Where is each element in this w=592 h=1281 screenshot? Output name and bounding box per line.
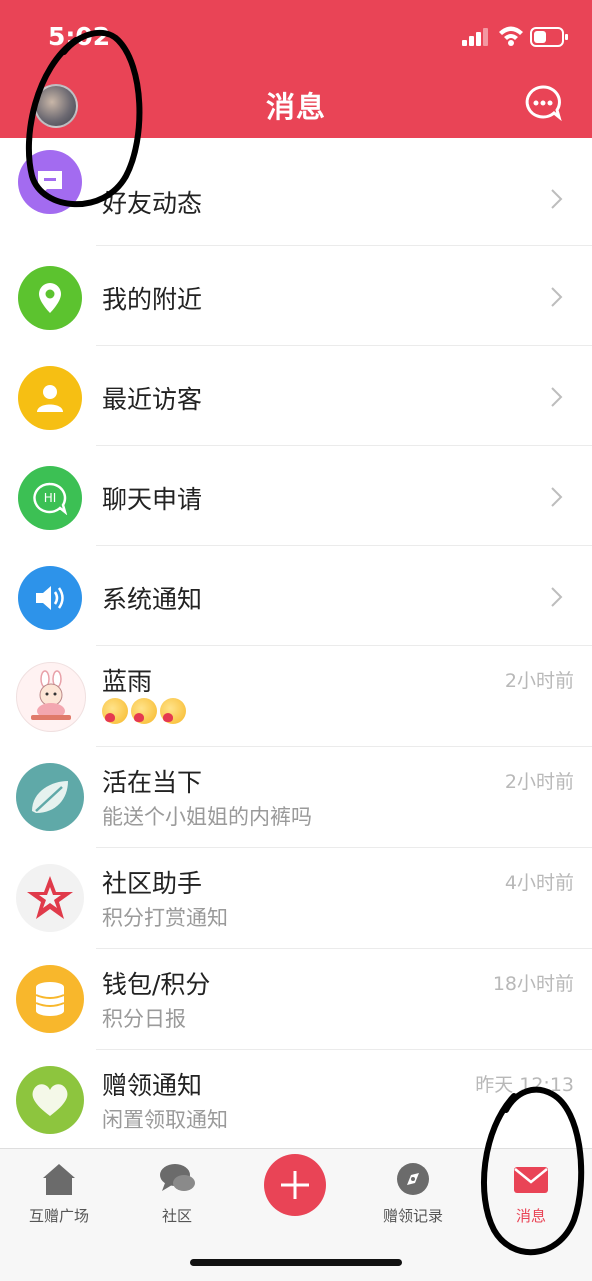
menu-item-friend-feed[interactable]: 好友动态 <box>0 146 592 246</box>
chat-icon <box>18 150 82 214</box>
home-indicator <box>190 1259 402 1266</box>
compass-icon <box>397 1163 429 1195</box>
chevron-right-icon <box>551 387 563 407</box>
hi-bubble-icon: HI <box>18 466 82 530</box>
envelope-icon <box>514 1167 548 1193</box>
conversation-preview: 积分日报 <box>102 1007 186 1031</box>
menu-item-system-notices[interactable]: 系统通知 <box>0 546 592 646</box>
wifi-icon <box>499 26 523 46</box>
conversation-name: 钱包/积分 <box>102 970 211 999</box>
conversation-item[interactable]: 钱包/积分 积分日报 18小时前 <box>0 949 592 1050</box>
blush-emoji-icon <box>102 698 128 724</box>
page-title: 消息 <box>265 90 326 124</box>
tab-label: 消息 <box>515 1207 546 1225</box>
conversation-preview: 积分打赏通知 <box>102 906 228 930</box>
conversation-time: 2小时前 <box>504 771 574 793</box>
chevron-right-icon <box>551 487 563 507</box>
conversation-name: 赠领通知 <box>102 1071 203 1100</box>
speech-bubbles-icon <box>160 1164 195 1191</box>
star-logo-avatar <box>16 864 84 932</box>
conversation-time: 2小时前 <box>504 670 574 692</box>
speaker-icon <box>18 566 82 630</box>
conversation-item[interactable]: 活在当下 能送个小姐姐的内裤吗 2小时前 <box>0 747 592 848</box>
emoji-preview <box>102 698 186 724</box>
person-icon <box>18 366 82 430</box>
menu-label: 最近访客 <box>102 385 203 414</box>
heart-avatar <box>16 1066 84 1134</box>
conversation-name: 社区助手 <box>102 869 203 898</box>
tab-gift-square[interactable]: 互赠广场 <box>0 1149 118 1239</box>
menu-label: 好友动态 <box>102 189 203 218</box>
conversation-name: 蓝雨 <box>102 667 153 696</box>
chevron-right-icon <box>551 189 563 209</box>
conversation-preview: 闲置领取通知 <box>102 1108 228 1132</box>
conversation-time: 昨天 12:13 <box>475 1074 574 1096</box>
conversation-item[interactable]: 赠领通知 闲置领取通知 昨天 12:13 <box>0 1050 592 1150</box>
conversation-preview: 能送个小姐姐的内裤吗 <box>102 805 312 829</box>
blush-emoji-icon <box>160 698 186 724</box>
status-bar: 5:02 <box>0 0 592 72</box>
chevron-right-icon <box>551 287 563 307</box>
conversation-time: 18小时前 <box>492 973 574 995</box>
cellular-signal-icon <box>462 28 488 46</box>
location-pin-icon <box>18 266 82 330</box>
svg-text:HI: HI <box>44 491 57 505</box>
tab-label: 赠领记录 <box>382 1207 443 1225</box>
tab-gift-records[interactable]: 赠领记录 <box>354 1149 472 1239</box>
blush-emoji-icon <box>131 698 157 724</box>
menu-label: 聊天申请 <box>102 485 203 514</box>
status-time: 5:02 <box>48 22 111 51</box>
post-plus-button[interactable] <box>264 1154 326 1216</box>
leaf-avatar <box>16 763 84 831</box>
tab-community[interactable]: 社区 <box>118 1149 236 1239</box>
menu-item-chat-requests[interactable]: HI 聊天申请 <box>0 446 592 546</box>
tab-label: 互赠广场 <box>28 1207 89 1225</box>
chevron-right-icon <box>551 587 563 607</box>
tab-label: 社区 <box>161 1207 192 1225</box>
tab-messages[interactable]: 消息 <box>472 1149 590 1239</box>
conversation-item[interactable]: 社区助手 积分打赏通知 4小时前 <box>0 848 592 949</box>
conversation-time: 4小时前 <box>504 872 574 894</box>
conversation-name: 活在当下 <box>102 768 203 797</box>
chat-bubble-icon[interactable] <box>524 84 562 122</box>
conversation-item[interactable]: 蓝雨 2小时前 <box>0 646 592 747</box>
menu-label: 我的附近 <box>102 285 203 314</box>
menu-item-recent-visitors[interactable]: 最近访客 <box>0 346 592 446</box>
cartoon-girl-avatar <box>16 662 86 732</box>
house-icon <box>43 1164 75 1195</box>
battery-icon <box>530 27 568 47</box>
menu-label: 系统通知 <box>102 585 203 614</box>
menu-item-nearby[interactable]: 我的附近 <box>0 246 592 346</box>
header: 5:02 消息 <box>0 0 592 138</box>
coins-avatar <box>16 965 84 1033</box>
plus-icon <box>281 1171 309 1199</box>
